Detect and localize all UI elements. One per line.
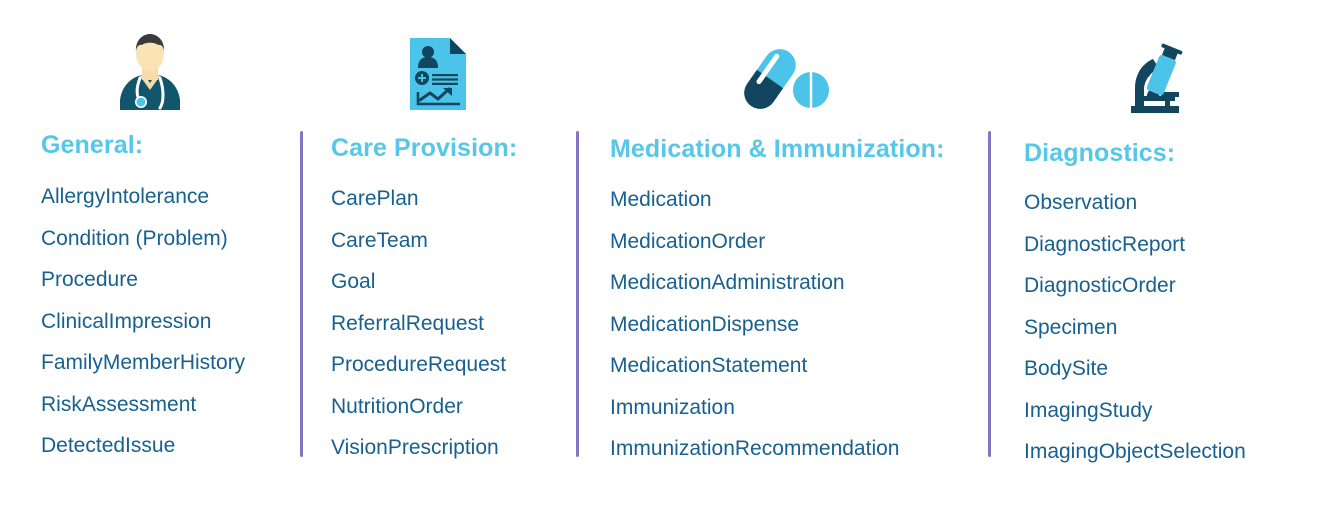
list-item[interactable]: Condition (Problem) [41,218,245,260]
list-item[interactable]: ImagingStudy [1024,390,1246,432]
list-item[interactable]: MedicationAdministration [610,262,899,304]
pills-icon [576,36,988,116]
list-item[interactable]: BodySite [1024,348,1246,390]
list-item[interactable]: MedicationDispense [610,304,899,346]
resource-list-care-provision: CarePlan CareTeam Goal ReferralRequest P… [331,178,506,469]
list-item[interactable]: Goal [331,261,506,303]
resource-list-medication-immunization: Medication MedicationOrder MedicationAdm… [610,179,899,470]
list-item[interactable]: MedicationStatement [610,345,899,387]
list-item[interactable]: ProcedureRequest [331,344,506,386]
list-item[interactable]: Medication [610,179,899,221]
resource-list-diagnostics: Observation DiagnosticReport DiagnosticO… [1024,182,1246,473]
list-item[interactable]: CarePlan [331,178,506,220]
list-item[interactable]: Immunization [610,387,899,429]
list-item[interactable]: DiagnosticReport [1024,224,1246,266]
list-item[interactable]: RiskAssessment [41,384,245,426]
list-item[interactable]: Observation [1024,182,1246,224]
list-item[interactable]: ImagingObjectSelection [1024,431,1246,473]
list-item[interactable]: NutritionOrder [331,386,506,428]
list-item[interactable]: FamilyMemberHistory [41,342,245,384]
column-heading-care-provision: Care Provision: [331,134,518,162]
list-item[interactable]: ImmunizationRecommendation [610,428,899,470]
list-item[interactable]: DiagnosticOrder [1024,265,1246,307]
list-item[interactable]: ClinicalImpression [41,301,245,343]
list-item[interactable]: CareTeam [331,220,506,262]
list-item[interactable]: VisionPrescription [331,427,506,469]
column-heading-diagnostics: Diagnostics: [1024,139,1176,167]
column-heading-medication-immunization: Medication & Immunization: [610,135,945,163]
list-item[interactable]: Procedure [41,259,245,301]
list-item[interactable]: DetectedIssue [41,425,245,467]
list-item[interactable]: ReferralRequest [331,303,506,345]
doctor-icon [0,32,300,112]
list-item[interactable]: MedicationOrder [610,221,899,263]
list-item[interactable]: AllergyIntolerance [41,176,245,218]
list-item[interactable]: Specimen [1024,307,1246,349]
microscope-icon [988,36,1319,116]
column-heading-general: General: [41,131,144,159]
medical-record-document-icon [300,32,576,112]
fhir-resource-categories-board: General: AllergyIntolerance Condition (P… [0,0,1319,510]
resource-list-general: AllergyIntolerance Condition (Problem) P… [41,176,245,467]
